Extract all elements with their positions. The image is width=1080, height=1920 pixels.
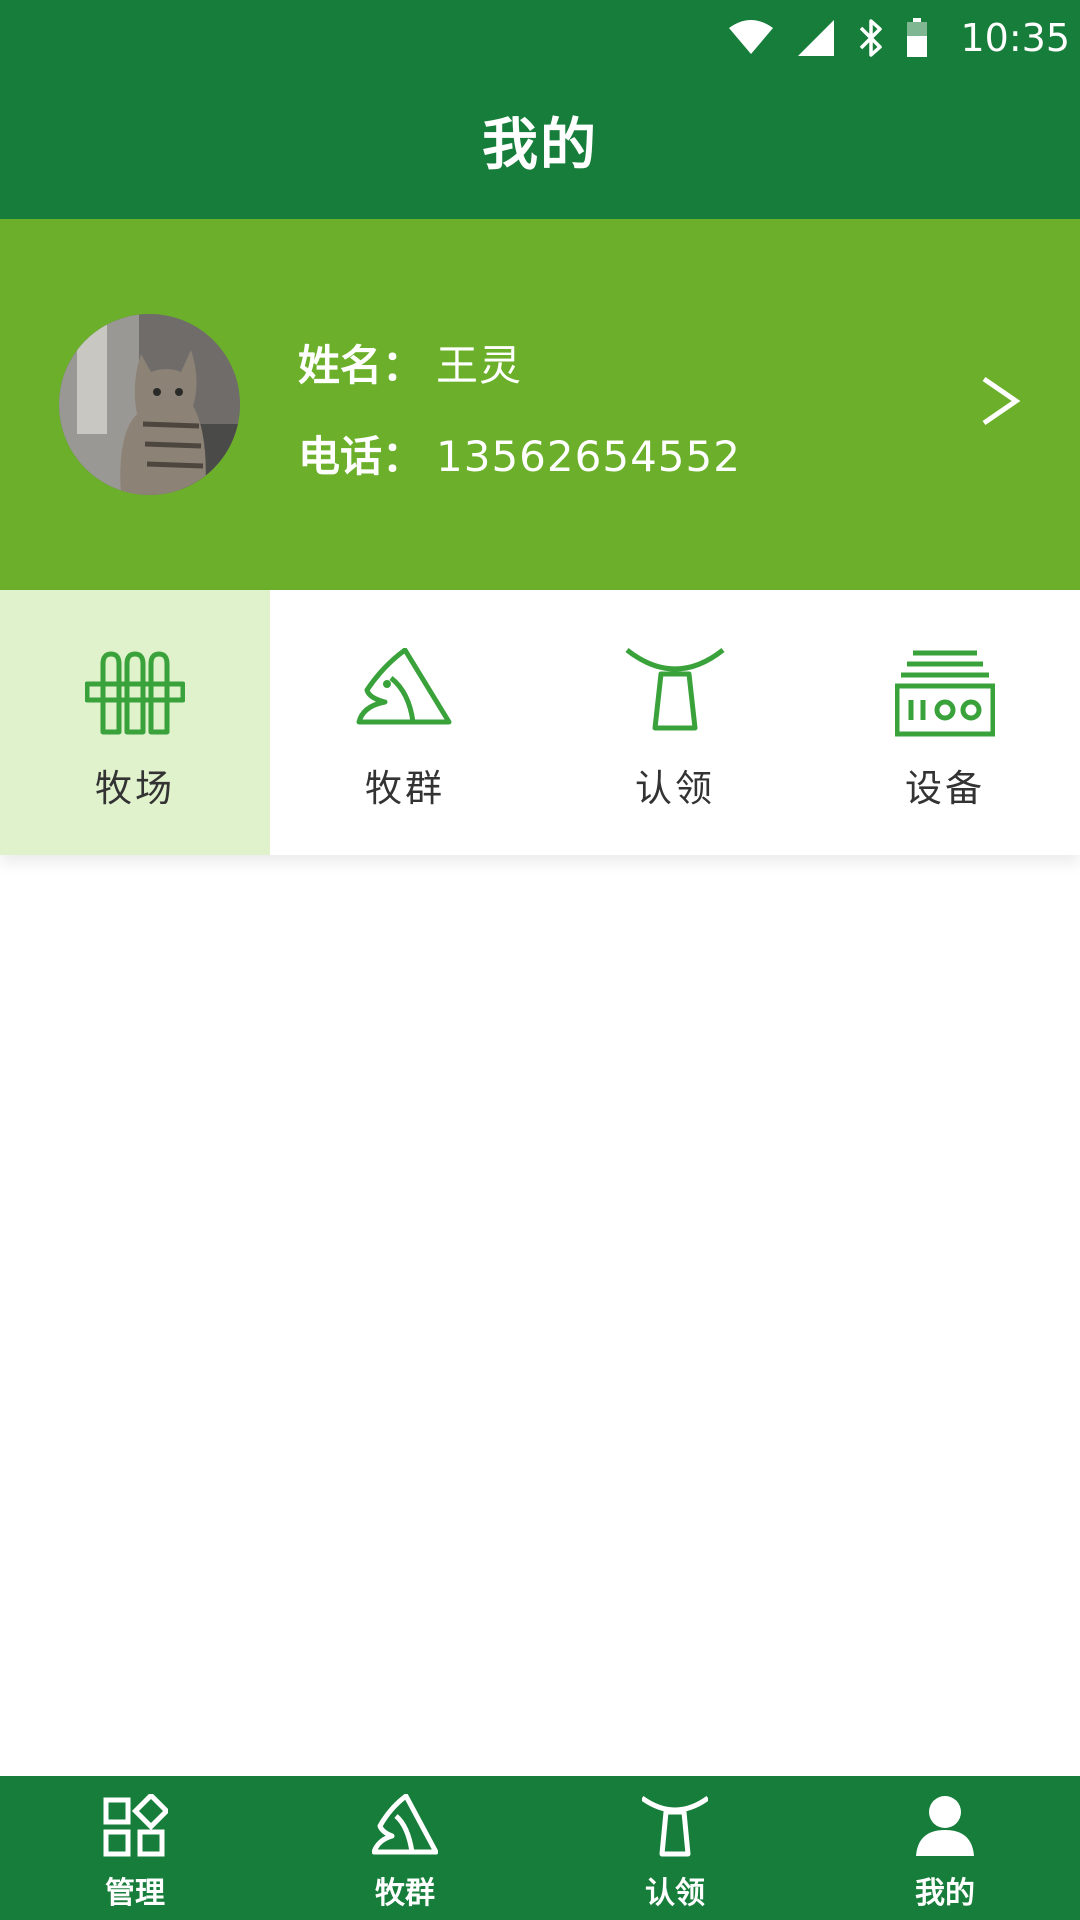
page-title: 我的: [482, 113, 598, 178]
person-icon: [912, 1794, 978, 1858]
cowbell-icon: [640, 1794, 710, 1858]
grid-icon: [102, 1791, 171, 1858]
chevron-right-icon[interactable]: [978, 371, 1024, 431]
cowbell-icon: [625, 648, 725, 738]
avatar[interactable]: [59, 314, 240, 495]
fence-icon: [84, 648, 186, 738]
horse-head-icon: [371, 1793, 439, 1858]
horse-head-icon: [355, 647, 455, 738]
nav-label: 我的: [915, 1876, 975, 1911]
nav-manage[interactable]: 管理: [0, 1776, 270, 1920]
nav-label: 牧群: [375, 1876, 435, 1911]
top-bar: 10:35 我的: [0, 0, 1080, 219]
phone-row: 电话： 13562654552: [298, 423, 741, 484]
nav-mine[interactable]: 我的: [810, 1776, 1080, 1920]
category-label: 设备: [905, 767, 985, 810]
status-time: 10:35: [960, 16, 1070, 60]
category-label: 认领: [635, 767, 715, 810]
name-row: 姓名： 王灵: [298, 332, 522, 393]
category-herd[interactable]: 牧群: [270, 590, 540, 855]
category-ranch[interactable]: 牧场: [0, 590, 270, 855]
wifi-icon: [728, 20, 774, 56]
status-bar: 10:35: [0, 0, 1080, 76]
category-device[interactable]: 设备: [810, 590, 1080, 855]
category-label: 牧场: [95, 767, 175, 810]
profile-card[interactable]: 姓名： 王灵 电话： 13562654552: [0, 219, 1080, 590]
category-grid: 牧场 牧群 认领 设备: [0, 590, 1080, 855]
nav-claim[interactable]: 认领: [540, 1776, 810, 1920]
phone-value: 13562654552: [436, 432, 741, 481]
phone-label: 电话：: [298, 432, 425, 481]
name-value: 王灵: [436, 341, 523, 390]
nav-label: 管理: [105, 1876, 165, 1911]
my-profile-screen: 10:35 我的 姓名： 王灵 电话： 13562654552 牧场 牧群 认领…: [0, 0, 1080, 1920]
bottom-nav: 管理 牧群 认领 我的: [0, 1776, 1080, 1920]
nav-label: 认领: [645, 1876, 705, 1911]
category-claim[interactable]: 认领: [540, 590, 810, 855]
name-label: 姓名：: [298, 341, 425, 390]
cell-signal-icon: [796, 18, 836, 58]
device-icon: [894, 648, 996, 738]
bluetooth-icon: [858, 17, 884, 59]
category-label: 牧群: [365, 767, 445, 810]
nav-herd[interactable]: 牧群: [270, 1776, 540, 1920]
battery-icon: [906, 18, 928, 58]
